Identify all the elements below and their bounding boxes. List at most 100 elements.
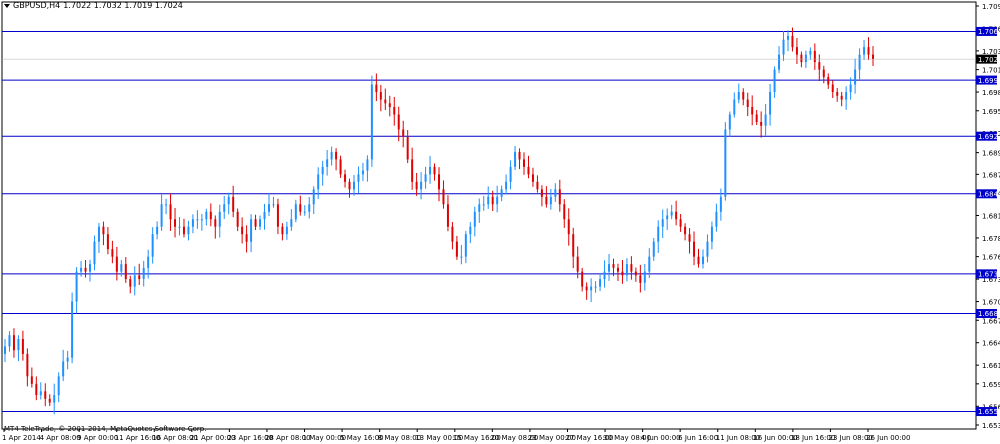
candle-body [66, 357, 69, 362]
candle-body [482, 204, 485, 206]
candle-body [872, 54, 874, 60]
candle-body [773, 69, 776, 93]
candle-body [89, 264, 92, 272]
candle-body [138, 275, 141, 280]
candle-body [836, 92, 839, 96]
candle-body [527, 166, 530, 175]
candle-body [769, 92, 772, 115]
candle-body [142, 267, 145, 280]
candle-body [402, 129, 405, 137]
candle-body [26, 353, 29, 377]
candle-body [420, 181, 423, 190]
candle-body [120, 264, 123, 272]
copyright-text: MT4 TeleTrade, © 2001-2014, MetaQuotes S… [4, 425, 207, 433]
candle-body [339, 159, 342, 175]
y-tick-label: 1.6615 [982, 362, 1000, 370]
candle-body [321, 166, 324, 175]
x-tick-label: 6 Jun 16:00 [678, 434, 718, 442]
support-resistance-levels [2, 30, 976, 413]
candle-body [442, 189, 445, 205]
candle-body [849, 84, 852, 93]
candle-body [724, 129, 727, 197]
candle-body [352, 181, 355, 190]
level-tag-label: 1.6844 [978, 191, 1000, 199]
candle-body [603, 271, 606, 280]
candle-body [536, 181, 539, 190]
candle-body [867, 47, 870, 55]
candle-body [312, 189, 315, 205]
symbol-label[interactable]: GBPUSD,H4 1.7022 1.7032 1.7019 1.7024 [4, 1, 183, 10]
candle-body [858, 54, 861, 70]
candle-body [35, 383, 38, 396]
candle-body [666, 215, 669, 220]
candle-body [455, 241, 458, 257]
y-tick-label: 1.6815 [982, 213, 1000, 221]
candle-body [688, 234, 691, 242]
price-chart[interactable]: 1.70951.70651.70351.70101.69801.69551.69… [0, 0, 1000, 444]
candle-body [388, 103, 391, 108]
candle-body [590, 286, 593, 291]
candle-body [863, 47, 866, 55]
y-tick-label: 1.6785 [982, 235, 1000, 243]
candle-body [102, 226, 105, 235]
candle-body [778, 54, 781, 70]
candle-body [438, 174, 440, 190]
candle-body [415, 181, 418, 190]
candle-body [111, 249, 114, 257]
candle-body [514, 151, 517, 167]
candle-body [737, 92, 740, 100]
candle-body [236, 211, 239, 227]
candle-body [232, 196, 235, 212]
x-tick-label: 9 Apr 00:00 [77, 434, 118, 442]
candle-body [599, 279, 602, 287]
candle-body [75, 271, 78, 302]
level-tag-label: 1.6921 [978, 133, 1000, 141]
candle-body [429, 166, 432, 175]
candle-body [491, 196, 494, 205]
candle-body [531, 174, 534, 182]
candle-body [57, 376, 60, 396]
candle-body [585, 286, 588, 291]
candle-body [558, 189, 561, 205]
candle-body [97, 226, 100, 242]
candle-body [182, 226, 185, 235]
candle-body [411, 159, 414, 182]
candle-body [348, 181, 351, 190]
candle-body [250, 219, 253, 242]
candle-body [160, 204, 163, 227]
candle-body [335, 151, 338, 160]
candle-body [263, 211, 266, 220]
dropdown-icon[interactable] [4, 3, 10, 8]
candle-body [361, 170, 364, 175]
candle-body [174, 219, 177, 227]
candle-body [406, 136, 409, 160]
candle-body [576, 256, 579, 272]
candle-body [62, 361, 65, 377]
candle-body [710, 226, 713, 242]
candle-body [791, 35, 794, 48]
price-axis: 1.70951.70651.70351.70101.69801.69551.69… [976, 3, 1000, 430]
level-tag-label: 1.6684 [978, 310, 1000, 318]
candle-body [827, 77, 830, 85]
candle-body [616, 267, 619, 272]
candle-body [518, 151, 521, 160]
candle-body [156, 226, 159, 235]
candle-body [822, 69, 825, 78]
candle-body [370, 84, 373, 160]
candle-body [8, 335, 11, 347]
current-price-label: 1.7024 [978, 56, 1000, 64]
candle-body [804, 54, 807, 63]
candle-body [366, 159, 369, 171]
candle-body [191, 219, 194, 227]
candle-body [259, 219, 262, 227]
candle-body [151, 234, 154, 257]
level-tag-label: 1.6553 [978, 408, 1000, 416]
candle-body [594, 286, 597, 288]
candle-body [684, 226, 687, 235]
candle-body [330, 151, 333, 160]
candle-body [115, 256, 118, 272]
candle-body [446, 204, 449, 227]
y-tick-label: 1.6590 [982, 381, 1000, 389]
candle-body [733, 99, 736, 115]
candle-body [384, 99, 387, 104]
